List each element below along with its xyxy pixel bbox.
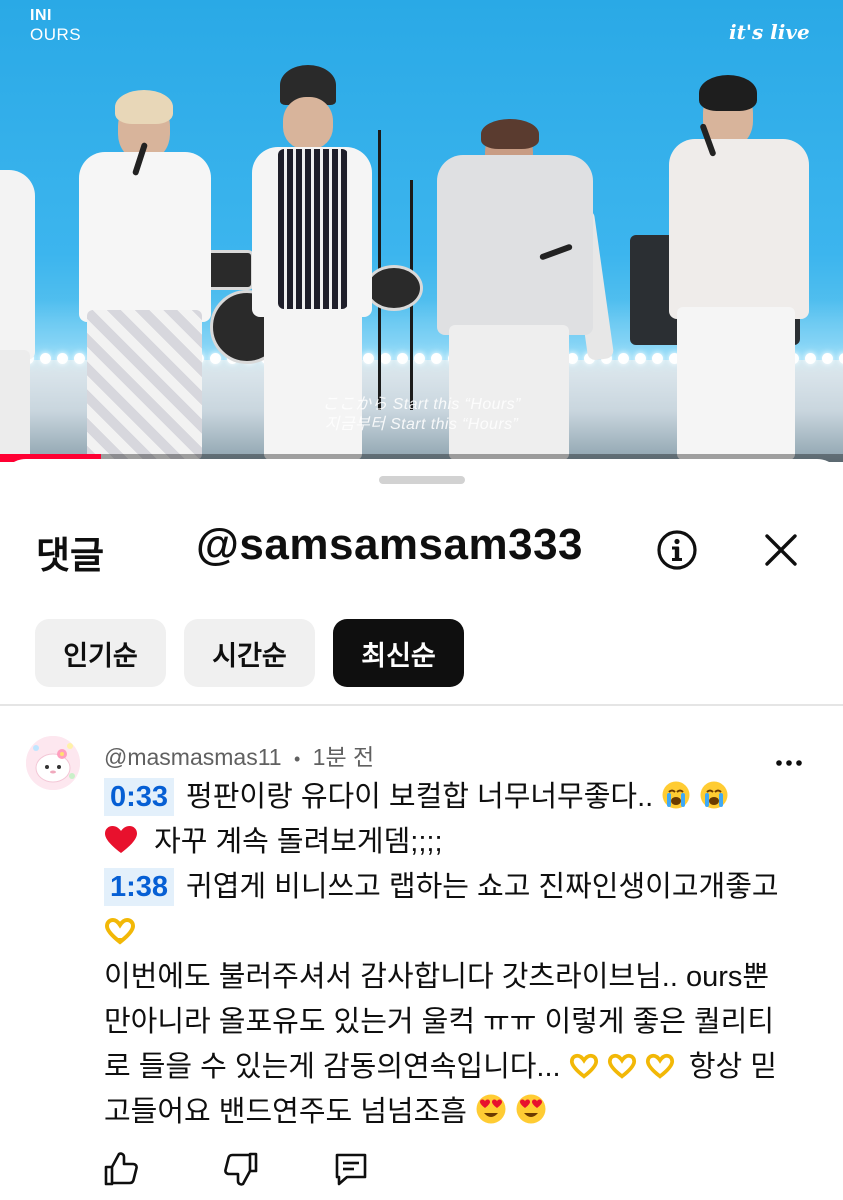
comment-text: 항상 믿	[688, 1051, 777, 1083]
comments-sheet: 댓글 @samsamsam333 인기순 시간순 최신순 @masmasmas1…	[0, 459, 843, 1200]
comment-body: 0:33 펑판이랑 유다이 보컬합 너무너무좋다.. 자꾸 계속 돌려보게뎀;;;…	[104, 775, 804, 1135]
heart-hands-icon	[645, 1053, 674, 1079]
close-icon[interactable]	[760, 529, 802, 571]
sort-chip-popular[interactable]: 인기순	[35, 619, 166, 687]
its-live-logo-text: it's live	[729, 20, 810, 44]
info-icon[interactable]	[655, 528, 699, 572]
meta-separator: •	[293, 749, 301, 769]
comment-text: 고들어요 밴드연주도 넘넘조흠	[104, 1096, 467, 1128]
timestamp-link[interactable]: 1:38	[104, 868, 175, 906]
heart-hands-icon	[569, 1053, 598, 1079]
comment-actions	[0, 1150, 843, 1194]
brand-logo: INI OURS	[30, 7, 82, 44]
comment-text: 만아니라 올포유도 있는거 울컥 ㅠㅠ 이렇게 좋은 퀄리티	[104, 1006, 775, 1038]
comment-text: 로 들을 수 있는게 감동의연속입니다...	[104, 1051, 561, 1083]
divider	[0, 704, 843, 706]
avatar-image	[26, 736, 80, 790]
reply-icon[interactable]	[332, 1150, 370, 1188]
sort-chip-newest[interactable]: 최신순	[333, 619, 464, 687]
sort-chip-timestamp[interactable]: 시간순	[184, 619, 315, 687]
heart-eyes-icon	[516, 1094, 546, 1124]
timestamp-link[interactable]: 0:33	[104, 778, 175, 816]
sort-chip-bar: 인기순 시간순 최신순	[35, 619, 464, 687]
comment-text: 펑판이랑 유다이 보컬합 너무너무좋다..	[186, 781, 654, 813]
crying-face-icon	[662, 781, 690, 809]
subtitle-line-kr: 지금부터 Start this “Hours”	[324, 416, 519, 433]
heart-hands-icon	[607, 1053, 636, 1079]
comment-author[interactable]: @masmasmas11	[104, 744, 282, 770]
avatar[interactable]	[26, 736, 80, 790]
video-player[interactable]: INI OURS it's live ここから Start this “Hour…	[0, 0, 843, 462]
comment-text: 자꾸 계속 돌려보게뎀;;;;	[154, 826, 443, 858]
crying-face-icon	[700, 781, 728, 809]
comment-time: 1분 전	[312, 744, 375, 770]
comment-meta: @masmasmas11 • 1분 전	[104, 738, 374, 772]
heart-eyes-icon	[476, 1094, 506, 1124]
drag-handle[interactable]	[379, 476, 465, 484]
like-icon[interactable]	[102, 1150, 140, 1188]
heart-hands-icon	[104, 917, 136, 945]
red-heart-icon	[105, 826, 137, 853]
account-handle: @samsamsam333	[196, 520, 584, 569]
comment-text: 귀엽게 비니쓰고 랩하는 쇼고 진짜인생이고개좋고	[186, 871, 779, 903]
its-live-logo: it's live	[729, 8, 815, 58]
comments-title: 댓글	[36, 535, 105, 576]
dislike-icon[interactable]	[222, 1150, 260, 1188]
comment-text: 이번에도 불러주셔서 감사합니다 갓츠라이브님.. ours뿐	[104, 961, 770, 993]
